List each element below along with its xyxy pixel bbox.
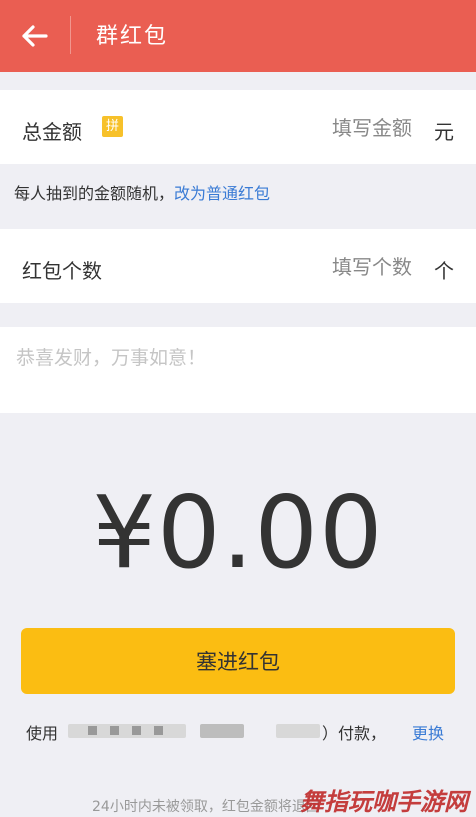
masked-bank-info (200, 724, 244, 738)
expiry-notice: 24小时内未被领取，红包金额将退回 (92, 799, 320, 815)
payment-prefix: 使用 (26, 724, 59, 743)
header-bar: 群红包 (0, 0, 476, 72)
mask-dot (132, 726, 141, 735)
masked-card-info (68, 724, 186, 738)
change-payment-link[interactable]: 更换 (412, 720, 444, 744)
arrow-left-icon (22, 25, 48, 47)
submit-red-packet-button[interactable]: 塞进红包 (21, 628, 455, 694)
packet-count-input[interactable] (200, 251, 414, 283)
packet-count-unit: 个 (434, 259, 454, 283)
payment-method-row: 使用 ）付款， 更换 (26, 720, 456, 746)
tip-text: 每人抽到的金额随机， (14, 184, 175, 203)
total-amount-unit: 元 (434, 120, 454, 144)
greeting-input[interactable] (14, 341, 458, 405)
site-watermark: 舞指玩咖手游网 (300, 788, 468, 816)
back-button[interactable] (12, 16, 56, 56)
total-amount-row: 总金额 拼 元 (0, 90, 476, 164)
greeting-box (0, 327, 476, 413)
mask-dot (88, 726, 97, 735)
random-amount-tip: 每人抽到的金额随机，改为普通红包 (14, 180, 270, 204)
switch-to-normal-link[interactable]: 改为普通红包 (174, 184, 270, 203)
total-amount-label: 总金额 (22, 120, 82, 144)
page-title: 群红包 (96, 24, 169, 49)
header-divider (70, 16, 71, 54)
mask-dot (154, 726, 163, 735)
mask-dot (110, 726, 119, 735)
payment-suffix: ）付款， (322, 724, 387, 743)
pin-badge: 拼 (102, 116, 123, 137)
packet-count-label: 红包个数 (22, 259, 102, 283)
packet-count-row: 红包个数 个 (0, 229, 476, 303)
total-amount-input[interactable] (200, 112, 414, 144)
masked-bank-info (276, 724, 320, 738)
amount-display: ¥0.00 (92, 474, 384, 591)
